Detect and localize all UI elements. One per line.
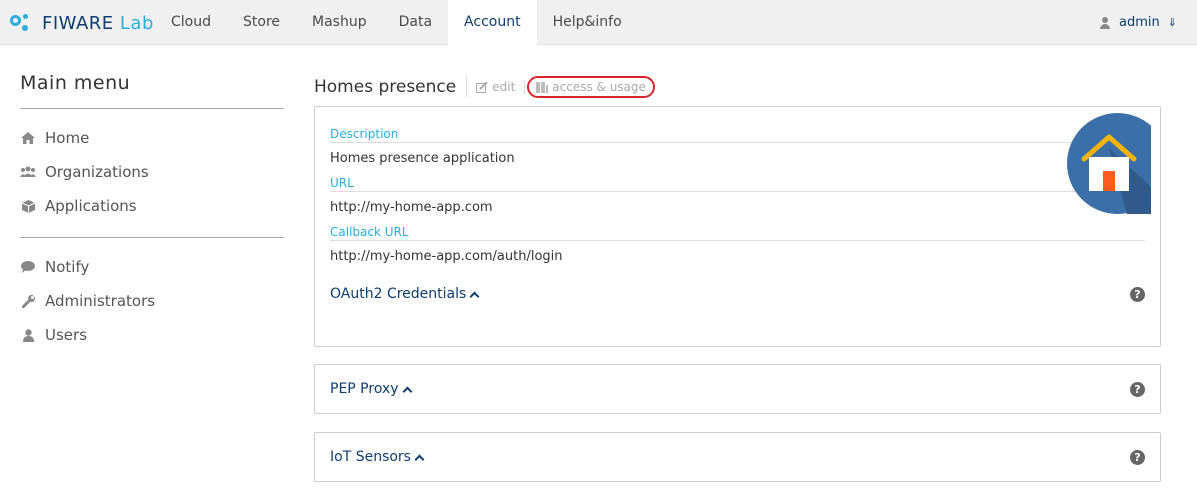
sidebar-title: Main menu — [20, 72, 284, 109]
chevron-down-icon: ⇓ — [1167, 16, 1177, 29]
fiware-lab-logo[interactable]: FIWARE Lab — [10, 9, 154, 37]
sidebar-item-applications[interactable]: Applications — [20, 189, 284, 223]
description-label: Description — [330, 127, 1145, 143]
iot-sensors-panel: IoT Sensors ? — [314, 432, 1161, 482]
brand-sub: Lab — [119, 12, 154, 34]
chevron-up-icon — [415, 454, 423, 460]
sidebar: Main menu Home Organizations Application… — [20, 72, 284, 366]
callback-url-label: Callback URL — [330, 225, 1145, 241]
url-value: http://my-home-app.com — [330, 200, 493, 215]
pep-proxy-section-header: PEP Proxy ? — [330, 381, 1145, 397]
nav-mashup[interactable]: Mashup — [296, 0, 383, 45]
oauth2-toggle[interactable]: OAuth2 Credentials — [330, 286, 478, 302]
description-value: Homes presence application — [330, 151, 515, 166]
user-menu[interactable]: admin ⇓ — [1099, 0, 1177, 45]
iot-sensors-section-header: IoT Sensors ? — [330, 449, 1145, 465]
wrench-icon — [20, 293, 36, 309]
sidebar-item-label: Users — [45, 326, 88, 344]
main-nav: Cloud Store Mashup Data Account Help&inf… — [155, 0, 638, 46]
oauth2-label: OAuth2 Credentials — [330, 286, 467, 302]
sidebar-item-administrators[interactable]: Administrators — [20, 284, 284, 318]
main-content: Homes presence edit access & usage Descr… — [314, 72, 1161, 482]
iot-sensors-label: IoT Sensors — [330, 449, 411, 465]
app-header: Homes presence edit access & usage — [314, 72, 1161, 102]
sidebar-item-label: Organizations — [45, 163, 149, 181]
home-app-icon — [1081, 134, 1151, 214]
book-icon — [536, 81, 549, 93]
app-details-panel: Description Homes presence application U… — [314, 106, 1161, 347]
nav-account[interactable]: Account — [448, 0, 537, 46]
pep-proxy-label: PEP Proxy — [330, 381, 399, 397]
edit-link[interactable]: edit — [467, 80, 526, 94]
user-icon — [1099, 16, 1111, 29]
nav-cloud[interactable]: Cloud — [155, 0, 227, 45]
nav-store[interactable]: Store — [227, 0, 296, 45]
sidebar-group-main: Home Organizations Applications — [20, 109, 284, 237]
users-icon — [20, 164, 36, 180]
iot-sensors-toggle[interactable]: IoT Sensors — [330, 449, 423, 465]
user-icon — [20, 327, 36, 343]
sidebar-item-home[interactable]: Home — [20, 121, 284, 155]
edit-icon — [476, 81, 488, 93]
fiware-logo-icon — [10, 9, 40, 37]
sidebar-item-notify[interactable]: Notify — [20, 250, 284, 284]
url-label: URL — [330, 176, 1145, 192]
nav-help-info[interactable]: Help&info — [537, 0, 638, 45]
brand-name: FIWARE — [42, 12, 114, 34]
sidebar-item-label: Notify — [45, 258, 90, 276]
user-name: admin — [1119, 15, 1160, 30]
sidebar-item-users[interactable]: Users — [20, 318, 284, 352]
help-icon[interactable]: ? — [1130, 286, 1145, 302]
chevron-up-icon — [470, 291, 478, 297]
chevron-up-icon — [403, 386, 411, 392]
top-navbar: FIWARE Lab Cloud Store Mashup Data Accou… — [0, 0, 1197, 46]
callback-url-value: http://my-home-app.com/auth/login — [330, 249, 563, 264]
app-avatar — [1067, 113, 1151, 214]
nav-data[interactable]: Data — [383, 0, 448, 45]
access-usage-label: access & usage — [552, 80, 646, 94]
pep-proxy-toggle[interactable]: PEP Proxy — [330, 381, 411, 397]
sidebar-item-label: Administrators — [45, 292, 156, 310]
home-icon — [20, 130, 36, 146]
sidebar-item-label: Applications — [45, 197, 137, 215]
help-icon[interactable]: ? — [1130, 381, 1145, 397]
sidebar-item-organizations[interactable]: Organizations — [20, 155, 284, 189]
sidebar-item-label: Home — [45, 129, 90, 147]
page-title: Homes presence — [314, 77, 468, 97]
oauth2-section-header: OAuth2 Credentials ? — [330, 286, 1145, 302]
access-usage-link[interactable]: access & usage — [527, 76, 655, 98]
comment-icon — [20, 259, 36, 275]
edit-label: edit — [492, 80, 516, 94]
cube-icon — [20, 198, 36, 214]
pep-proxy-panel: PEP Proxy ? — [314, 364, 1161, 414]
help-icon[interactable]: ? — [1130, 449, 1145, 465]
sidebar-group-admin: Notify Administrators Users — [20, 237, 284, 366]
